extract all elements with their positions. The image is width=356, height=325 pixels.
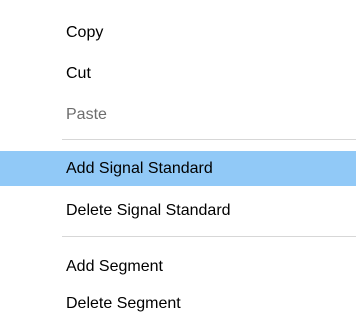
menu-item-cut[interactable]: Cut <box>0 56 356 91</box>
menu-item-copy[interactable]: Copy <box>0 15 356 50</box>
menu-item-paste: Paste <box>66 106 107 123</box>
menu-item-add-signal-standard[interactable]: Add Signal Standard <box>0 151 356 186</box>
menu-item-add-segment[interactable]: Add Segment <box>0 249 356 284</box>
menu-separator <box>62 139 356 140</box>
menu-separator <box>62 236 356 237</box>
menu-item-delete-signal-standard[interactable]: Delete Signal Standard <box>0 193 356 228</box>
menu-item-delete-segment[interactable]: Delete Segment <box>0 286 356 321</box>
context-menu: Copy Cut Paste Add Signal Standard Delet… <box>0 0 356 325</box>
